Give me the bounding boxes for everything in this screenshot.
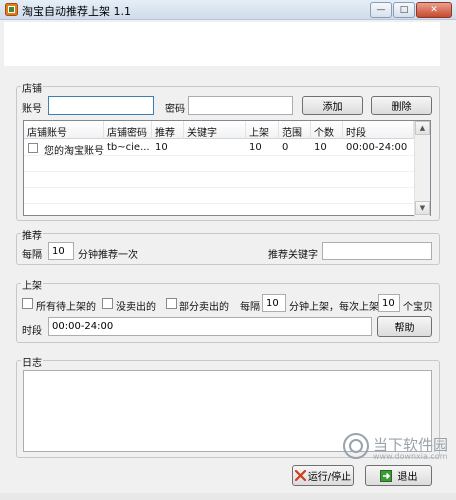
password-input[interactable]: [188, 96, 293, 115]
table-row: [24, 156, 430, 172]
maximize-button[interactable]: □: [393, 2, 415, 18]
help-button[interactable]: 帮助: [377, 316, 432, 337]
account-input[interactable]: [48, 96, 154, 115]
app-icon: [5, 3, 18, 16]
listing-count-suffix: 个宝贝: [403, 302, 433, 313]
delete-button[interactable]: 删除: [371, 96, 432, 115]
opt-unsold-label[interactable]: 没卖出的: [116, 298, 156, 313]
table-row: [24, 188, 430, 204]
watermark: 当下软件园 www.downxia.com: [343, 431, 449, 465]
account-label: 账号: [22, 104, 42, 115]
column-header[interactable]: 个数: [311, 121, 343, 139]
column-header[interactable]: 范围: [279, 121, 311, 139]
close-icon: ✕: [430, 5, 438, 15]
column-header[interactable]: 上架: [246, 121, 279, 139]
maximize-icon: □: [399, 5, 409, 15]
banner-area: [4, 22, 440, 66]
recommend-interval-suffix: 分钟推荐一次: [78, 250, 138, 261]
close-button[interactable]: ✕: [416, 2, 452, 18]
column-header[interactable]: 时段: [343, 121, 414, 139]
listing-interval-input[interactable]: [262, 294, 286, 312]
listing-interval-suffix: 分钟上架，每次上架: [289, 302, 379, 313]
log-group-label: 日志: [21, 354, 43, 369]
password-label: 密码: [165, 104, 185, 115]
listing-count-input[interactable]: [378, 294, 400, 312]
row-checkbox[interactable]: [28, 143, 38, 153]
title-bar[interactable]: 淘宝自动推荐上架 1.1 — □ ✕: [0, 0, 456, 20]
store-group-label: 店铺: [21, 80, 43, 95]
column-header[interactable]: 推荐: [152, 121, 184, 139]
table-cell: tb~cie...: [107, 142, 150, 153]
column-header[interactable]: 关键字: [184, 121, 246, 139]
watermark-subtext: www.downxia.com: [373, 452, 448, 461]
run-stop-label: 运行/停止: [307, 472, 352, 483]
table-cell: 您的淘宝账号: [44, 146, 104, 156]
exit-icon: [379, 469, 392, 482]
listing-every-label: 每隔: [240, 302, 260, 313]
opt-all-label[interactable]: 所有待上架的: [36, 298, 96, 313]
listing-group-label: 上架: [21, 277, 43, 292]
cross-icon: [294, 470, 306, 481]
table-cell: 10: [314, 142, 327, 153]
recommend-every-label: 每隔: [22, 250, 42, 261]
store-table[interactable]: 店铺账号 店铺密码 推荐 关键字 上架 范围 个数 时段 您的淘宝账号 tb~c…: [23, 120, 431, 217]
table-cell: 00:00-24:00: [346, 142, 408, 153]
add-button[interactable]: 添加: [302, 96, 363, 115]
minimize-icon: —: [376, 5, 386, 15]
opt-all-checkbox[interactable]: [22, 298, 33, 309]
status-bar: [0, 493, 456, 500]
table-cell: 10: [249, 142, 262, 153]
recommend-group-label: 推荐: [21, 227, 43, 242]
exit-label: 退出: [397, 472, 418, 483]
table-cell: 10: [155, 142, 168, 153]
scroll-up-icon[interactable]: ▲: [415, 121, 430, 135]
column-header[interactable]: 店铺账号: [24, 121, 104, 139]
exit-button[interactable]: 退出: [365, 465, 432, 486]
column-header[interactable]: 店铺密码: [104, 121, 152, 139]
window-title: 淘宝自动推荐上架 1.1: [22, 5, 131, 18]
recommend-keyword-input[interactable]: [322, 242, 432, 260]
watermark-logo-icon: [343, 433, 369, 459]
listing-period-label: 时段: [22, 326, 42, 337]
table-cell: [184, 140, 246, 156]
opt-unsold-checkbox[interactable]: [102, 298, 113, 309]
recommend-interval-input[interactable]: [48, 242, 74, 260]
opt-partial-checkbox[interactable]: [166, 298, 177, 309]
minimize-button[interactable]: —: [370, 2, 392, 18]
opt-partial-label[interactable]: 部分卖出的: [179, 298, 229, 313]
scroll-down-icon[interactable]: ▼: [415, 201, 430, 215]
table-scrollbar[interactable]: ▲ ▼: [414, 121, 430, 217]
table-row[interactable]: 您的淘宝账号 tb~cie... 10 10 0 10 00:00-24:00: [24, 140, 430, 156]
table-row: [24, 172, 430, 188]
listing-period-input[interactable]: [48, 317, 372, 336]
table-cell: 0: [282, 142, 289, 153]
recommend-keyword-label: 推荐关键字: [268, 250, 318, 261]
run-stop-button[interactable]: 运行/停止: [292, 465, 354, 486]
